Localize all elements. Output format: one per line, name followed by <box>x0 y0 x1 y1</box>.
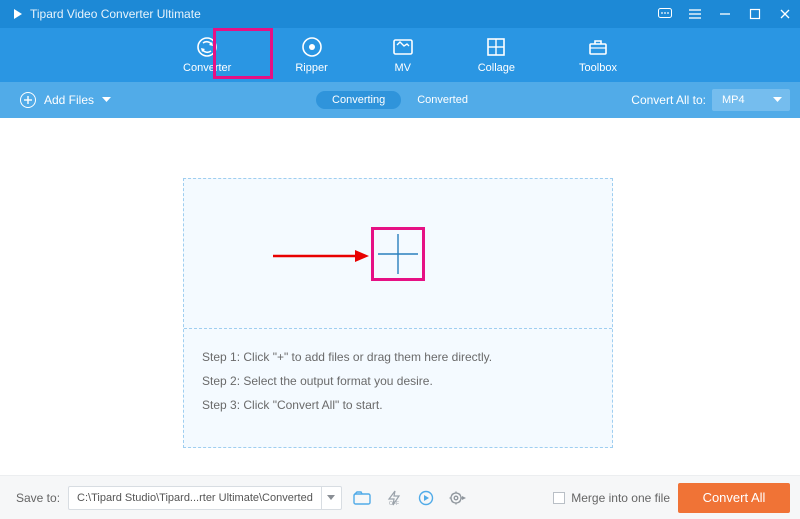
svg-text:OFF: OFF <box>389 501 399 506</box>
add-files-label: Add Files <box>44 93 94 107</box>
convert-all-button-label: Convert All <box>703 490 766 505</box>
tab-ripper-label: Ripper <box>295 62 327 74</box>
minimize-button[interactable] <box>718 7 732 21</box>
step3-text: Step 3: Click "Convert All" to start. <box>202 393 594 417</box>
maximize-button[interactable] <box>748 7 762 21</box>
output-format-dropdown[interactable]: MP4 <box>712 89 790 111</box>
hardware-accel-button[interactable]: OFF <box>382 486 406 510</box>
checkbox-icon <box>553 492 565 504</box>
tab-collage-label: Collage <box>478 62 515 74</box>
bottom-bar: Save to: C:\Tipard Studio\Tipard...rter … <box>0 475 800 519</box>
collage-icon <box>485 36 507 58</box>
dropzone-add-area[interactable] <box>184 179 612 329</box>
tab-mv-label: MV <box>394 62 411 74</box>
save-path-field[interactable]: C:\Tipard Studio\Tipard...rter Ultimate\… <box>69 492 321 504</box>
high-speed-button[interactable] <box>414 486 438 510</box>
sub-toolbar: Add Files Converting Converted Convert A… <box>0 82 800 118</box>
subtab-converted[interactable]: Converted <box>401 91 484 109</box>
chevron-down-icon <box>102 97 111 103</box>
subtab-converting[interactable]: Converting <box>316 91 401 109</box>
output-format-value: MP4 <box>722 94 745 106</box>
save-path-box: C:\Tipard Studio\Tipard...rter Ultimate\… <box>68 486 342 510</box>
dropzone-steps: Step 1: Click "+" to add files or drag t… <box>184 329 612 433</box>
app-logo-icon <box>10 7 24 21</box>
tab-toolbox[interactable]: Toolbox <box>571 32 625 78</box>
open-folder-button[interactable] <box>350 486 374 510</box>
tab-converter-label: Converter <box>183 62 231 74</box>
tab-toolbox-label: Toolbox <box>579 62 617 74</box>
convert-all-button[interactable]: Convert All <box>678 483 790 513</box>
subtabs: Converting Converted <box>316 91 484 109</box>
save-path-dropdown[interactable] <box>321 487 341 509</box>
subtab-converting-label: Converting <box>332 94 385 106</box>
save-to-label: Save to: <box>16 491 60 505</box>
ripper-icon <box>301 36 323 58</box>
convert-all-to-label: Convert All to: <box>631 93 706 107</box>
converter-icon <box>196 36 218 58</box>
tab-collage[interactable]: Collage <box>470 32 523 78</box>
menu-icon[interactable] <box>688 7 702 21</box>
main-tabstrip: Converter Ripper MV Collage Toolbox <box>0 28 800 82</box>
feedback-icon[interactable] <box>658 7 672 21</box>
add-files-button[interactable]: Add Files <box>0 92 111 108</box>
tab-mv[interactable]: MV <box>384 32 422 78</box>
subtab-converted-label: Converted <box>417 94 468 106</box>
step1-text: Step 1: Click "+" to add files or drag t… <box>202 345 594 369</box>
add-files-plus-button[interactable] <box>375 231 421 277</box>
app-title: Tipard Video Converter Ultimate <box>30 7 201 21</box>
plus-circle-icon <box>20 92 36 108</box>
mv-icon <box>392 36 414 58</box>
chevron-down-icon <box>773 97 782 103</box>
tab-converter[interactable]: Converter <box>175 32 239 78</box>
main-area: Step 1: Click "+" to add files or drag t… <box>0 118 800 475</box>
titlebar: Tipard Video Converter Ultimate <box>0 0 800 28</box>
close-button[interactable] <box>778 7 792 21</box>
toolbox-icon <box>587 36 609 58</box>
merge-into-one-file-checkbox[interactable]: Merge into one file <box>553 491 670 505</box>
settings-button[interactable] <box>446 486 470 510</box>
merge-label: Merge into one file <box>571 491 670 505</box>
dropzone[interactable]: Step 1: Click "+" to add files or drag t… <box>183 178 613 448</box>
step2-text: Step 2: Select the output format you des… <box>202 369 594 393</box>
tab-ripper[interactable]: Ripper <box>287 32 335 78</box>
